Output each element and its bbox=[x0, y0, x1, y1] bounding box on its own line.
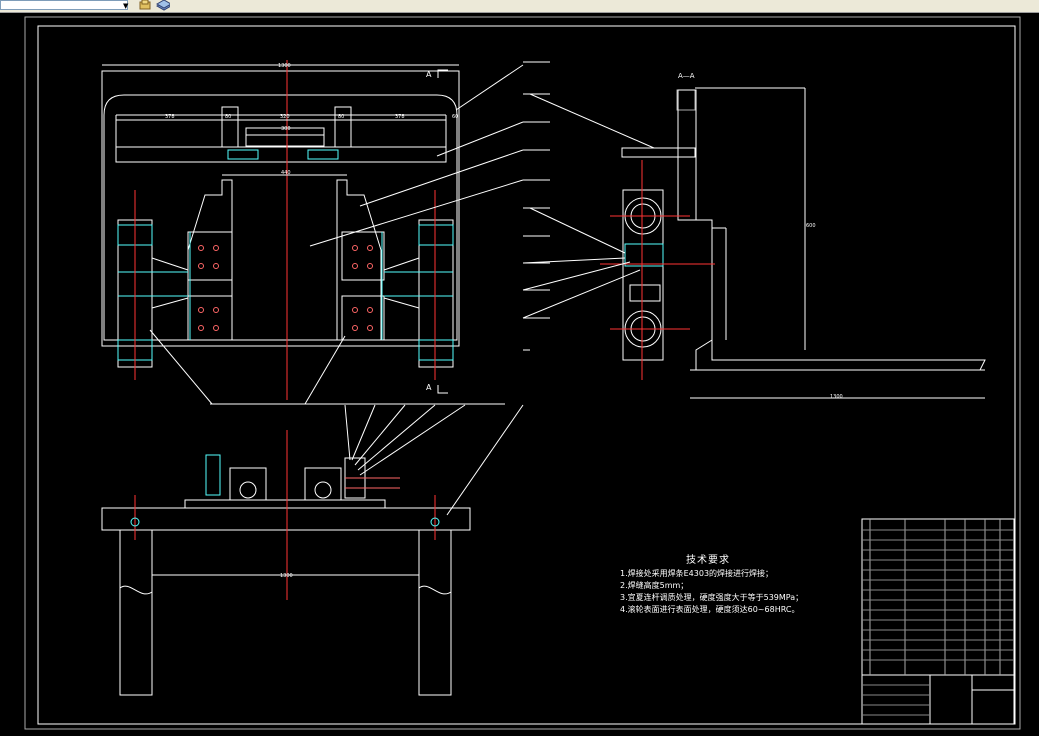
tech-line-4: 4.滚轮表面进行表面处理，硬度须达60~68HRC。 bbox=[620, 605, 800, 614]
layer-properties-icon[interactable] bbox=[156, 0, 170, 11]
section-marker-bottom: A bbox=[426, 383, 432, 392]
dim-side-bottom: 1300 bbox=[830, 394, 843, 400]
chevron-down-icon[interactable]: ▼ bbox=[123, 2, 128, 10]
tech-requirements: 1.焊接处采用焊条E4303的焊接进行焊接； 2.焊缝高度5mm； 3.宜夏连杆… bbox=[620, 568, 803, 616]
dim-top-inner: 300 bbox=[281, 126, 291, 132]
top-toolbar: ▼ bbox=[0, 0, 1039, 13]
dim-front-width: 1300 bbox=[280, 573, 293, 579]
tech-requirements-title: 技术要求 bbox=[686, 555, 730, 566]
dim-side-height: 600 bbox=[806, 223, 816, 229]
svg-text:A—A: A—A bbox=[678, 72, 695, 80]
layer-state-icon[interactable] bbox=[138, 0, 152, 11]
tech-line-3: 3.宜夏连杆调质处理，硬度强度大于等于539MPa； bbox=[620, 593, 804, 602]
drawing-canvas[interactable]: A—A 技术要求 1.焊接处采用焊条E4303的焊接进行焊接； 2.焊缝高度5m… bbox=[0, 13, 1039, 736]
layer-combo[interactable]: ▼ bbox=[0, 0, 128, 10]
dim-top-left: 378 bbox=[165, 114, 175, 120]
dim-top-width: 1300 bbox=[278, 63, 291, 69]
dim-top-center: 320 bbox=[280, 114, 290, 120]
dim-top-post-left: 80 bbox=[225, 114, 232, 120]
section-marker-top: A bbox=[426, 70, 432, 79]
tech-line-1: 1.焊接处采用焊条E4303的焊接进行焊接； bbox=[620, 569, 774, 578]
dim-top-post-right: 80 bbox=[338, 114, 345, 120]
dim-top-edge: 60 bbox=[452, 114, 459, 120]
dim-top-right: 378 bbox=[395, 114, 405, 120]
cad-drawing: A—A bbox=[24, 16, 1021, 730]
tech-line-2: 2.焊缝高度5mm； bbox=[620, 581, 689, 590]
dim-top-plates: 440 bbox=[281, 170, 291, 176]
